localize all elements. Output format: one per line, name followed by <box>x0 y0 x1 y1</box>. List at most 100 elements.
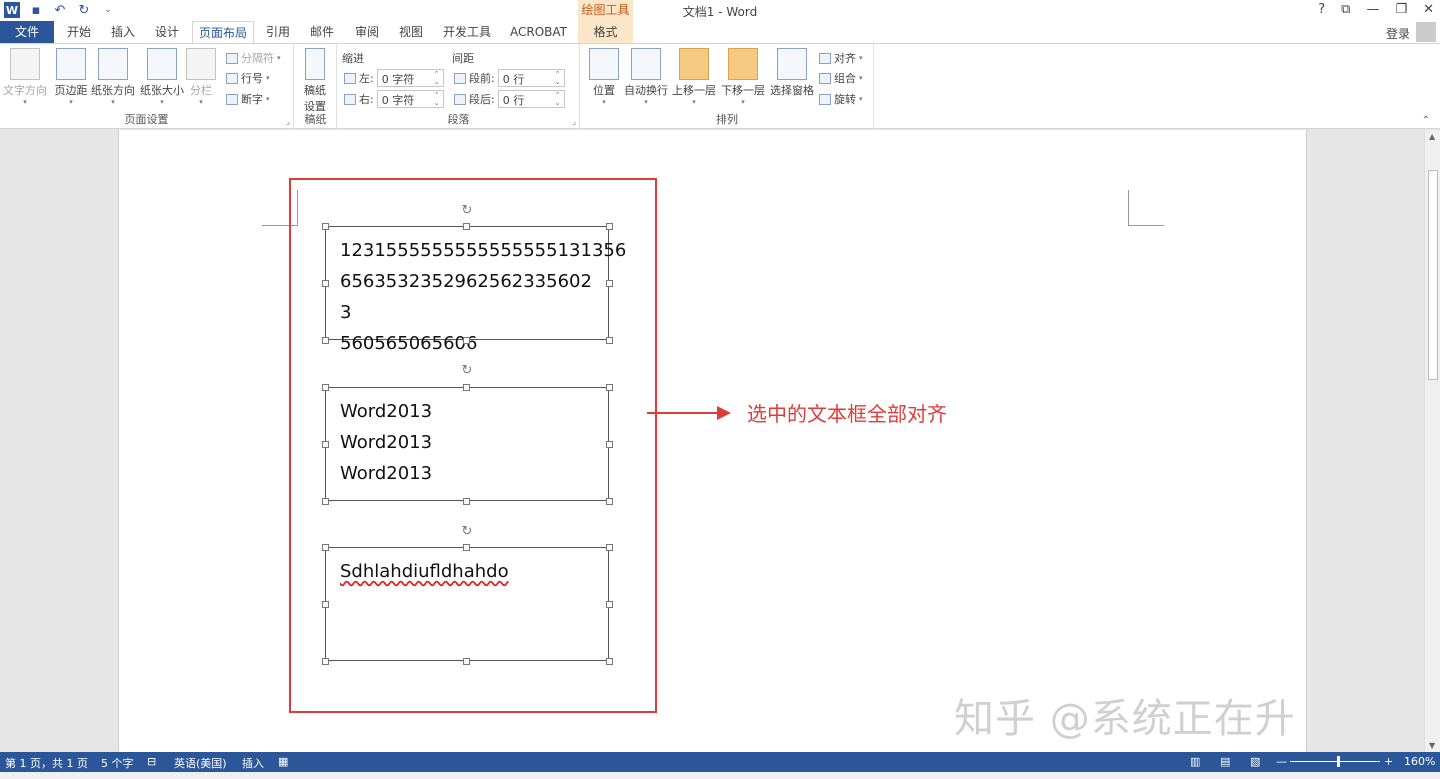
tab-references[interactable]: 引用 <box>260 21 296 43</box>
resize-handle[interactable] <box>322 601 329 608</box>
indent-left-row: 左: 0 字符 <box>344 69 444 87</box>
tab-format[interactable]: 格式 <box>578 21 633 43</box>
zoom-level[interactable]: 160% <box>1404 755 1435 768</box>
help-icon[interactable]: ? <box>1318 2 1325 17</box>
line-numbers-button[interactable]: 行号 ▾ <box>226 70 270 86</box>
scroll-thumb[interactable] <box>1428 170 1438 380</box>
tab-developer[interactable]: 开发工具 <box>437 21 497 43</box>
resize-handle[interactable] <box>606 223 613 230</box>
scroll-down-icon[interactable]: ▼ <box>1429 741 1435 750</box>
zoom-slider[interactable] <box>1290 761 1380 762</box>
breaks-button[interactable]: 分隔符 ▾ <box>226 50 281 66</box>
zoom-out-icon[interactable]: — <box>1276 755 1287 768</box>
resize-handle[interactable] <box>322 223 329 230</box>
resize-handle[interactable] <box>606 384 613 391</box>
align-button[interactable]: 对齐 ▾ <box>819 50 863 66</box>
rotate-handle-icon[interactable]: ↻ <box>460 364 474 378</box>
align-icon <box>819 52 831 64</box>
login-link[interactable]: 登录 <box>1386 25 1410 42</box>
zoom-in-icon[interactable]: + <box>1384 755 1393 768</box>
rotate-handle-icon[interactable]: ↻ <box>460 525 474 539</box>
tab-view[interactable]: 视图 <box>393 21 429 43</box>
text-box-3[interactable]: Sdhlahdiufldhahdo <box>325 547 609 661</box>
collapse-ribbon-icon[interactable]: ⌃ <box>1422 115 1430 126</box>
rotate-button[interactable]: 旋转 ▾ <box>819 91 863 107</box>
indent-right-spinner[interactable]: 0 字符 <box>376 90 444 108</box>
proofing-icon[interactable]: ⊟ <box>147 755 156 768</box>
ribbon-display-options-icon[interactable]: ⧉ <box>1341 2 1350 17</box>
resize-handle[interactable] <box>463 384 470 391</box>
vertical-scrollbar[interactable]: ▲ ▼ <box>1424 130 1440 752</box>
page-count[interactable]: 第 1 页，共 1 页 <box>5 755 88 771</box>
tab-page-layout[interactable]: 页面布局 <box>192 21 255 44</box>
scroll-up-icon[interactable]: ▲ <box>1429 132 1435 141</box>
columns-button[interactable]: 分栏 ▾ <box>183 48 219 106</box>
tab-insert[interactable]: 插入 <box>105 21 141 43</box>
resize-handle[interactable] <box>322 658 329 665</box>
language[interactable]: 英语(美国) <box>174 755 227 771</box>
resize-handle[interactable] <box>606 280 613 287</box>
paper-size-button[interactable]: 纸张大小 ▾ <box>139 48 185 106</box>
dialog-launcher-icon[interactable]: ⌟ <box>572 117 576 126</box>
selection-pane-icon <box>777 48 807 80</box>
resize-handle[interactable] <box>322 441 329 448</box>
manuscript-settings-button[interactable]: 稿纸 设置 <box>295 48 335 114</box>
resize-handle[interactable] <box>463 658 470 665</box>
text-line: 1231555555555555555131356 <box>340 240 627 261</box>
line-numbers-icon <box>226 72 238 84</box>
wrap-text-button[interactable]: 自动换行 ▾ <box>621 48 671 106</box>
word-count[interactable]: 5 个字 <box>101 755 134 771</box>
paper-size-icon <box>147 48 177 80</box>
resize-handle[interactable] <box>322 337 329 344</box>
insert-mode[interactable]: 插入 <box>242 755 264 771</box>
tab-mailings[interactable]: 邮件 <box>304 21 340 43</box>
resize-handle[interactable] <box>322 544 329 551</box>
spacing-before-spinner[interactable]: 0 行 <box>497 69 565 87</box>
resize-handle[interactable] <box>606 441 613 448</box>
ribbon-tabs: 文件 开始 插入 设计 页面布局 引用 邮件 审阅 视图 开发工具 ACROBA… <box>0 21 1440 44</box>
group-objects-button[interactable]: 组合 ▾ <box>819 70 863 86</box>
dialog-launcher-icon[interactable]: ⌟ <box>286 117 290 126</box>
annotation-arrow-head <box>717 406 731 420</box>
minimize-icon[interactable]: — <box>1366 2 1379 17</box>
resize-handle[interactable] <box>463 223 470 230</box>
resize-handle[interactable] <box>322 498 329 505</box>
resize-handle[interactable] <box>463 544 470 551</box>
resize-handle[interactable] <box>606 544 613 551</box>
selection-pane-button[interactable]: 选择窗格 <box>767 48 817 98</box>
restore-icon[interactable]: ❐ <box>1395 2 1407 17</box>
rotate-handle-icon[interactable]: ↻ <box>460 204 474 218</box>
tab-acrobat[interactable]: ACROBAT <box>504 21 573 43</box>
margins-button[interactable]: 页边距 ▾ <box>48 48 94 106</box>
resize-handle[interactable] <box>322 280 329 287</box>
resize-handle[interactable] <box>606 658 613 665</box>
send-backward-button[interactable]: 下移一层 ▾ <box>718 48 768 106</box>
print-layout-icon[interactable]: ▤ <box>1220 755 1230 768</box>
tab-review[interactable]: 审阅 <box>349 21 385 43</box>
hyphenation-button[interactable]: 断字 ▾ <box>226 91 270 107</box>
indent-left-spinner[interactable]: 0 字符 <box>376 69 444 87</box>
tab-home[interactable]: 开始 <box>61 21 97 43</box>
bring-forward-button[interactable]: 上移一层 ▾ <box>669 48 719 106</box>
resize-handle[interactable] <box>606 337 613 344</box>
indent-left-icon <box>344 72 356 84</box>
text-box-1[interactable]: 1231555555555555555131356 65635323529625… <box>325 226 627 354</box>
text-direction-button[interactable]: 文字方向 ▾ <box>2 48 48 106</box>
zoom-slider-knob[interactable] <box>1337 756 1340 767</box>
document-page[interactable]: ↻ 1231555555555555555131356 656353235296… <box>118 130 1307 752</box>
text-box-2[interactable]: Word2013 Word2013 Word2013 <box>325 387 609 501</box>
close-icon[interactable]: ✕ <box>1423 2 1434 17</box>
resize-handle[interactable] <box>606 601 613 608</box>
orientation-button[interactable]: 纸张方向 ▾ <box>90 48 136 106</box>
tab-file[interactable]: 文件 <box>0 21 54 43</box>
avatar[interactable] <box>1416 22 1436 42</box>
read-mode-icon[interactable]: ▥ <box>1190 755 1200 768</box>
macro-record-icon[interactable]: ▦ <box>278 755 288 768</box>
resize-handle[interactable] <box>463 337 470 344</box>
web-layout-icon[interactable]: ▧ <box>1250 755 1260 768</box>
resize-handle[interactable] <box>606 498 613 505</box>
resize-handle[interactable] <box>463 498 470 505</box>
resize-handle[interactable] <box>322 384 329 391</box>
spacing-after-spinner[interactable]: 0 行 <box>497 90 565 108</box>
tab-design[interactable]: 设计 <box>149 21 185 43</box>
